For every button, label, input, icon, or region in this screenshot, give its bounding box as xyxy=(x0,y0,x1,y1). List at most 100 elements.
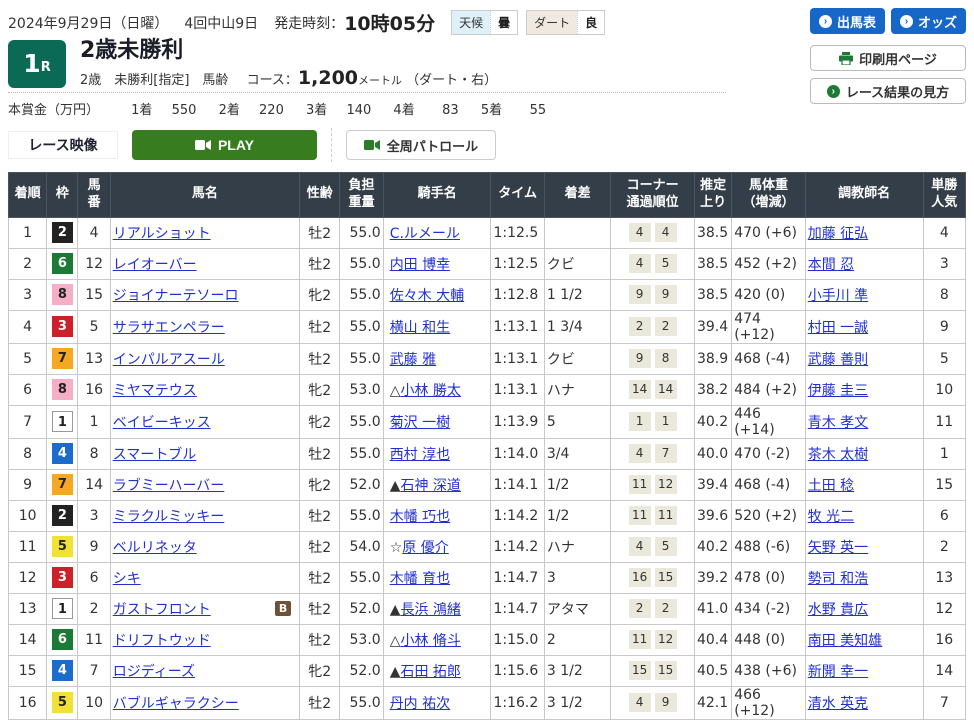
trainer-link[interactable]: 清水 英克 xyxy=(808,696,868,712)
jockey-link[interactable]: 石神 深道 xyxy=(400,478,460,494)
trainer-link[interactable]: 本間 忍 xyxy=(808,257,854,273)
race-video-button[interactable]: レース映像 xyxy=(8,131,118,159)
trainer-link[interactable]: 新開 幸一 xyxy=(808,664,868,680)
body-weight-cell: 488 (-6) xyxy=(732,531,806,562)
results-guide-button[interactable]: › レース結果の見方 xyxy=(810,78,966,104)
trainer-link[interactable]: 南田 美知雄 xyxy=(808,633,882,649)
results-header-row: 着順 枠 馬番 馬名 性齢 負担重量 騎手名 タイム 着差 コーナー通過順位 推… xyxy=(9,173,966,218)
horse-name-link[interactable]: ベルリネッタ xyxy=(113,537,197,557)
trainer-link[interactable]: 伊藤 圭三 xyxy=(808,383,868,399)
course-label: コース： xyxy=(247,73,298,88)
weight-carried-cell: 52.0 xyxy=(340,655,383,686)
horse-name-link[interactable]: スマートブル xyxy=(113,444,197,464)
horse-name-link[interactable]: シキ xyxy=(113,568,141,588)
play-button[interactable]: PLAY xyxy=(132,130,317,160)
jockey-link[interactable]: 西村 淳也 xyxy=(390,447,450,463)
trainer-link[interactable]: 土田 稔 xyxy=(808,478,854,494)
corner3-position: 9 xyxy=(629,349,651,368)
time-cell: 1:13.1 xyxy=(491,343,544,374)
race-number-box: 1 R xyxy=(8,40,66,88)
time-cell: 1:13.9 xyxy=(491,405,544,438)
trainer-link[interactable]: 茶木 太樹 xyxy=(808,447,868,463)
frame-badge: 8 xyxy=(52,284,73,305)
horse-name-cell: シキ xyxy=(110,562,299,593)
horse-name-link[interactable]: ラブミーハーバー xyxy=(113,475,225,495)
apprentice-mark: ▲ xyxy=(390,478,401,494)
jockey-link[interactable]: 小林 勝太 xyxy=(400,383,460,399)
weight-carried-cell: 55.0 xyxy=(340,500,383,531)
frame-cell: 2 xyxy=(47,500,78,531)
horse-name-link[interactable]: リアルショット xyxy=(113,223,211,243)
horse-name-link[interactable]: サラサエンペラー xyxy=(113,317,225,337)
place-cell: 9 xyxy=(9,469,47,500)
print-page-button[interactable]: 印刷用ページ xyxy=(810,45,966,71)
last3f-cell: 40.4 xyxy=(694,624,731,655)
horse-name-link[interactable]: インパルアスール xyxy=(113,349,225,369)
margin-cell: 2 xyxy=(544,624,610,655)
jockey-link[interactable]: 丹内 祐次 xyxy=(390,696,450,712)
jockey-link[interactable]: 木幡 育也 xyxy=(390,571,450,587)
jockey-link[interactable]: 原 優介 xyxy=(402,540,448,556)
weight-carried-cell: 55.0 xyxy=(340,686,383,719)
col-header-margin: 着差 xyxy=(544,173,610,218)
trainer-link[interactable]: 勢司 和浩 xyxy=(808,571,868,587)
entries-button-label: 出馬表 xyxy=(837,12,876,31)
col-header-horse-name: 馬名 xyxy=(110,173,299,218)
trainer-link[interactable]: 武藤 善則 xyxy=(808,352,868,368)
trainer-link[interactable]: 小手川 準 xyxy=(808,288,868,304)
horse-name-link[interactable]: ミラクルミッキー xyxy=(113,506,225,526)
track-value: 良 xyxy=(577,11,604,34)
time-cell: 1:14.2 xyxy=(491,500,544,531)
jockey-link[interactable]: 佐々木 大輔 xyxy=(390,288,464,304)
body-weight-cell: 468 (-4) xyxy=(732,343,806,374)
corner4-position: 5 xyxy=(655,254,677,273)
margin-cell: 3 xyxy=(544,562,610,593)
horse-name-cell: スマートブル xyxy=(110,438,299,469)
trainer-link[interactable]: 村田 一誠 xyxy=(808,320,868,336)
horse-name-link[interactable]: ミヤマテウス xyxy=(113,380,197,400)
frame-badge: 1 xyxy=(52,598,73,619)
jockey-link[interactable]: 長浜 鴻緒 xyxy=(400,602,460,618)
odds-button[interactable]: › オッズ xyxy=(891,8,966,34)
trainer-link[interactable]: 青木 孝文 xyxy=(808,415,868,431)
jockey-link[interactable]: C.ルメール xyxy=(390,226,460,242)
jockey-link[interactable]: 武藤 雅 xyxy=(390,352,436,368)
horse-name-link[interactable]: ジョイナーテソーロ xyxy=(113,285,239,305)
win-popularity-cell: 5 xyxy=(923,343,965,374)
jockey-link[interactable]: 石田 拓郎 xyxy=(400,664,460,680)
horse-number-cell: 3 xyxy=(78,500,110,531)
horse-name-link[interactable]: ドリフトウッド xyxy=(113,630,211,650)
corner3-position: 4 xyxy=(629,254,651,273)
corner-order-cell: 44 xyxy=(611,217,695,248)
jockey-cell: ▲長浜 鴻緒 xyxy=(383,593,491,624)
jockey-link[interactable]: 横山 和生 xyxy=(390,320,450,336)
trainer-link[interactable]: 加藤 征弘 xyxy=(808,226,868,242)
jockey-link[interactable]: 菊沢 一樹 xyxy=(390,415,450,431)
win-popularity-cell: 9 xyxy=(923,310,965,343)
horse-name-link[interactable]: レイオーバー xyxy=(113,254,197,274)
horse-name-link[interactable]: バブルギャラクシー xyxy=(113,693,239,713)
patrol-video-button[interactable]: 全周パトロール xyxy=(346,130,496,160)
trainer-link[interactable]: 牧 光二 xyxy=(808,509,854,525)
trainer-link[interactable]: 矢野 英一 xyxy=(808,540,868,556)
last3f-cell: 41.0 xyxy=(694,593,731,624)
corner3-position: 15 xyxy=(629,661,651,680)
last3f-cell: 38.5 xyxy=(694,248,731,279)
horse-name-link[interactable]: ベイビーキッス xyxy=(113,412,211,432)
horse-name-link[interactable]: ガストフロント xyxy=(113,599,211,619)
frame-cell: 5 xyxy=(47,686,78,719)
trainer-link[interactable]: 水野 貴広 xyxy=(808,602,868,618)
jockey-link[interactable]: 小林 脩斗 xyxy=(400,633,460,649)
jockey-link[interactable]: 木幡 巧也 xyxy=(390,509,450,525)
place-cell: 14 xyxy=(9,624,47,655)
jockey-link[interactable]: 内田 博幸 xyxy=(390,257,450,273)
entries-button[interactable]: › 出馬表 xyxy=(810,8,885,34)
horse-name-link[interactable]: ロジディーズ xyxy=(113,661,195,681)
sex-age-cell: 牡2 xyxy=(300,310,340,343)
frame-badge: 3 xyxy=(52,316,73,337)
horse-number-cell: 7 xyxy=(78,655,110,686)
horse-name-cell: バブルギャラクシー xyxy=(110,686,299,719)
start-time-value: 10時05分 xyxy=(344,9,435,36)
frame-badge: 7 xyxy=(52,348,73,369)
col-header-horse-number: 馬番 xyxy=(78,173,110,218)
